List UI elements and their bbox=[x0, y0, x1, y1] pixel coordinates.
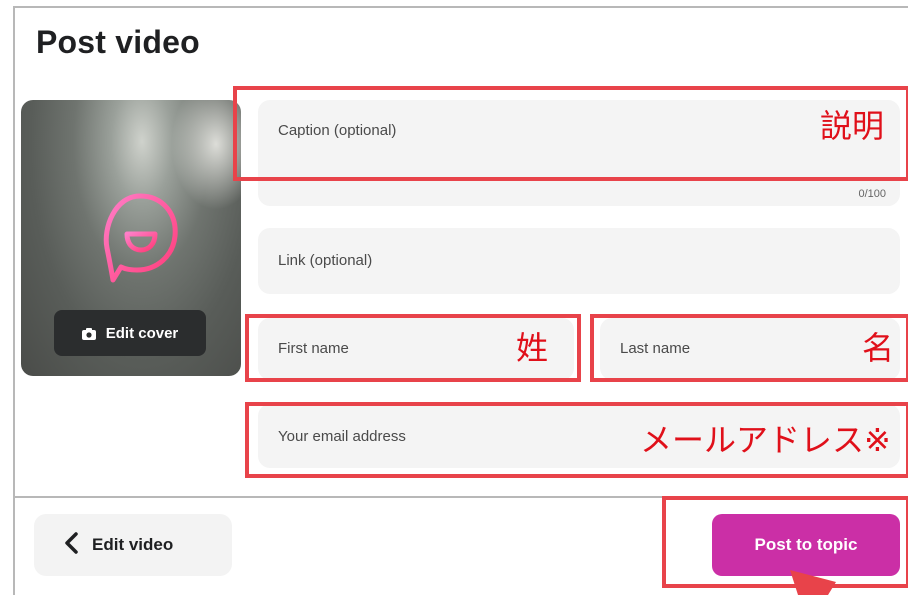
camera-icon bbox=[81, 327, 96, 340]
brand-logo-icon bbox=[103, 193, 178, 283]
arrow-pointer-icon bbox=[790, 570, 836, 595]
video-thumbnail[interactable]: Edit cover bbox=[21, 100, 241, 376]
edit-video-button[interactable]: Edit video bbox=[34, 514, 232, 576]
dialog-left-border bbox=[13, 6, 15, 595]
first-name-annotation: 姓 bbox=[516, 329, 549, 367]
edit-cover-label: Edit cover bbox=[105, 324, 179, 342]
last-name-annotation: 名 bbox=[862, 329, 895, 367]
edit-cover-button[interactable]: Edit cover bbox=[54, 310, 206, 356]
dialog-top-border bbox=[13, 6, 910, 8]
link-placeholder: Link (optional) bbox=[278, 252, 373, 269]
caption-highlight-box bbox=[233, 86, 910, 181]
page-title: Post video bbox=[36, 24, 200, 60]
email-annotation: メールアドレス※ bbox=[640, 421, 891, 459]
link-input[interactable]: Link (optional) bbox=[258, 228, 900, 294]
caption-annotation: 説明 bbox=[820, 107, 885, 145]
chevron-left-icon bbox=[64, 531, 78, 559]
post-video-dialog: Post video Edit cover Caption (optional)… bbox=[0, 0, 910, 595]
edit-video-label: Edit video bbox=[92, 535, 174, 554]
caption-char-counter: 0/100 bbox=[858, 188, 886, 200]
